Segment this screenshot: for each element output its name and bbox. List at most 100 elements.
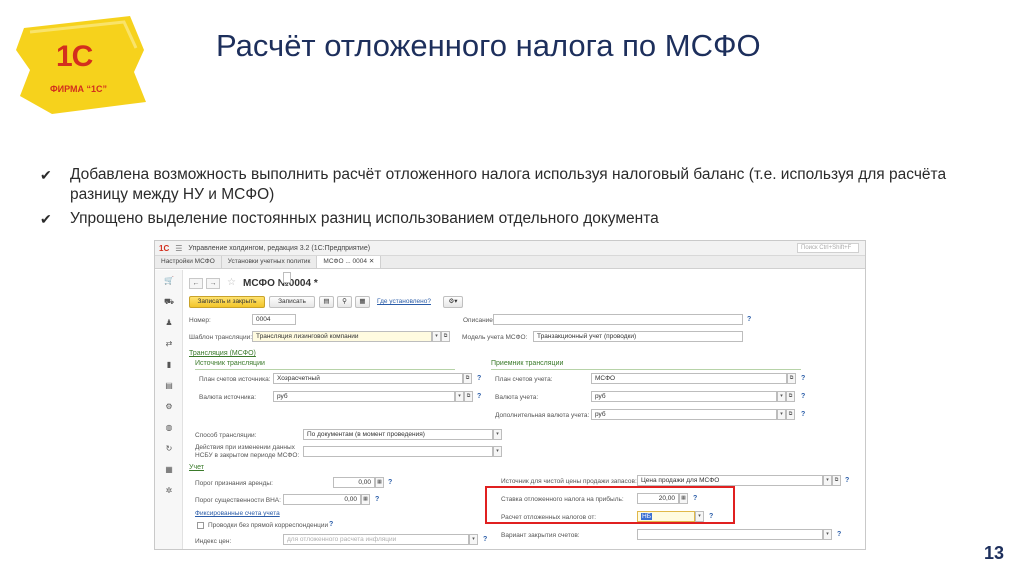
globe-icon[interactable]: ◍ [155, 417, 183, 438]
left-sidebar: 🛒 ⛟ ♟ ⇄ ▮ ▤ ⚙ ◍ ↻ ▦ ✲ [155, 270, 183, 549]
structure-icon[interactable]: ▦ [355, 296, 370, 308]
report-icon[interactable]: ▦ [155, 459, 183, 480]
deferred-calc-value: НБ [641, 513, 652, 520]
gear-icon[interactable]: ⚙ [155, 396, 183, 417]
help-icon[interactable]: ? [747, 316, 751, 323]
acc-currency-dropdown-icon[interactable]: ▾ [777, 391, 786, 402]
search-input[interactable]: Поиск Ctrl+Shift+F [797, 243, 859, 253]
help-icon[interactable]: ? [801, 375, 805, 382]
help-icon[interactable]: ? [477, 375, 481, 382]
save-close-button[interactable]: Записать и закрыть [189, 296, 265, 308]
app-titlebar: 1С ☰ Управление холдингом, редакция 3.2 … [155, 241, 865, 256]
receiver-divider [491, 369, 801, 370]
back-button[interactable]: ← [189, 278, 203, 289]
menu-icon[interactable]: ☰ [175, 244, 182, 253]
acc-currency-label: Валюта учета: [495, 394, 539, 401]
book-icon[interactable]: ▤ [155, 375, 183, 396]
slide: 1С ФИРМА “1С” Расчёт отложенного налога … [0, 0, 1024, 574]
acc-plan-label: План счетов учета: [495, 376, 553, 383]
actions-dropdown-icon[interactable]: ▾ [493, 446, 502, 457]
star-icon[interactable]: ☆ [227, 277, 236, 288]
help-icon[interactable]: ? [801, 393, 805, 400]
calculator-icon[interactable]: ▦ [361, 494, 370, 505]
lease-threshold-field[interactable]: 0,00 [333, 477, 375, 488]
actions-field[interactable] [303, 446, 493, 457]
source-currency-field[interactable]: руб [273, 391, 455, 402]
add-currency-open-icon[interactable]: ⧉ [786, 409, 795, 420]
number-field[interactable]: 0004 [252, 314, 296, 325]
receiver-section: Приемник трансляции [491, 360, 564, 367]
acc-currency-open-icon[interactable]: ⧉ [786, 391, 795, 402]
source-currency-open-icon[interactable]: ⧉ [464, 391, 473, 402]
help-icon[interactable]: ? [845, 477, 849, 484]
calculator-icon[interactable]: ▦ [375, 477, 384, 488]
translation-section[interactable]: Трансляция (МСФО) [189, 350, 256, 357]
price-index-field[interactable]: для отложенного расчета инфляции [283, 534, 469, 545]
fixed-accounts-link[interactable]: Фиксированные счета учета [195, 510, 280, 517]
help-icon[interactable]: ? [483, 536, 487, 543]
save-button[interactable]: Записать [269, 296, 315, 308]
deferred-rate-field[interactable]: 20,00 [637, 493, 679, 504]
materiality-field[interactable]: 0,00 [283, 494, 361, 505]
method-field[interactable]: По документам (в момент проведения) [303, 429, 493, 440]
cart-icon[interactable]: 🛒 [155, 270, 183, 291]
closing-variant-field[interactable] [637, 529, 823, 540]
template-open-icon[interactable]: ⧉ [441, 331, 450, 342]
price-index-dropdown-icon[interactable]: ▾ [469, 534, 478, 545]
accounting-section[interactable]: Учет [189, 464, 204, 471]
deferred-calc-dropdown-icon[interactable]: ▾ [695, 511, 704, 522]
help-icon[interactable]: ? [388, 479, 392, 486]
chart-icon[interactable]: ▮ [155, 354, 183, 375]
user-icon[interactable]: ♟ [155, 312, 183, 333]
transfer-icon[interactable]: ⇄ [155, 333, 183, 354]
help-icon[interactable]: ? [477, 393, 481, 400]
tab-accounting-policies[interactable]: Установки учетных политик [222, 256, 318, 268]
settings-icon[interactable]: ✲ [155, 480, 183, 501]
attach-icon[interactable]: ⚲ [337, 296, 352, 308]
refresh-icon[interactable]: ↻ [155, 438, 183, 459]
source-section: Источник трансляции [195, 360, 265, 367]
help-icon[interactable]: ? [693, 495, 697, 502]
method-dropdown-icon[interactable]: ▾ [493, 429, 502, 440]
tab-ifrs-settings[interactable]: Настройки МСФО [155, 256, 222, 268]
close-icon[interactable]: ✕ [369, 258, 374, 265]
add-currency-label: Дополнительная валюта учета: [495, 412, 590, 419]
logo: 1С ФИРМА “1С” [12, 10, 152, 118]
source-currency-dropdown-icon[interactable]: ▾ [455, 391, 464, 402]
where-set-link[interactable]: Где установлено? [377, 298, 431, 305]
add-currency-field[interactable]: руб [591, 409, 777, 420]
help-icon[interactable]: ? [801, 411, 805, 418]
help-icon[interactable]: ? [709, 513, 713, 520]
source-plan-open-icon[interactable]: ⧉ [463, 373, 472, 384]
truck-icon[interactable]: ⛟ [155, 291, 183, 312]
actions-label-line1: Действия при изменении данных [195, 444, 295, 451]
help-icon[interactable]: ? [837, 531, 841, 538]
description-field[interactable] [493, 314, 743, 325]
help-icon[interactable]: ? [329, 521, 333, 528]
actions-label-line2: НСБУ в закрытом периоде МСФО: [195, 452, 300, 459]
acc-plan-field[interactable]: МСФО [591, 373, 787, 384]
acc-currency-field[interactable]: руб [591, 391, 777, 402]
template-field[interactable]: Трансляция лизинговой компании [252, 331, 432, 342]
app-window: 1С ☰ Управление холдингом, редакция 3.2 … [154, 240, 866, 550]
logo-subtext: ФИРМА “1С” [50, 84, 108, 94]
net-price-dropdown-icon[interactable]: ▾ [823, 475, 832, 486]
deferred-calc-field[interactable]: НБ [637, 511, 695, 522]
template-dropdown-icon[interactable]: ▾ [432, 331, 441, 342]
net-price-field[interactable]: Цена продажи для МСФО [637, 475, 823, 486]
description-label: Описание: [463, 317, 495, 324]
closing-variant-dropdown-icon[interactable]: ▾ [823, 529, 832, 540]
forward-button[interactable]: → [206, 278, 220, 289]
help-icon[interactable]: ? [375, 496, 379, 503]
lease-threshold-spacer [283, 272, 291, 283]
calculator-icon[interactable]: ▦ [679, 493, 688, 504]
add-currency-dropdown-icon[interactable]: ▾ [777, 409, 786, 420]
no-corr-checkbox[interactable] [197, 522, 204, 529]
net-price-open-icon[interactable]: ⧉ [832, 475, 841, 486]
model-field[interactable]: Транзакционный учет (проводки) [533, 331, 743, 342]
source-plan-field[interactable]: Хозрасчетный [273, 373, 463, 384]
more-menu-button[interactable]: ⚙▾ [443, 296, 463, 308]
tab-ifrs-doc[interactable]: МСФО ... 0004 ✕ [317, 256, 382, 268]
doc-icon[interactable]: ▤ [319, 296, 334, 308]
acc-plan-open-icon[interactable]: ⧉ [787, 373, 796, 384]
